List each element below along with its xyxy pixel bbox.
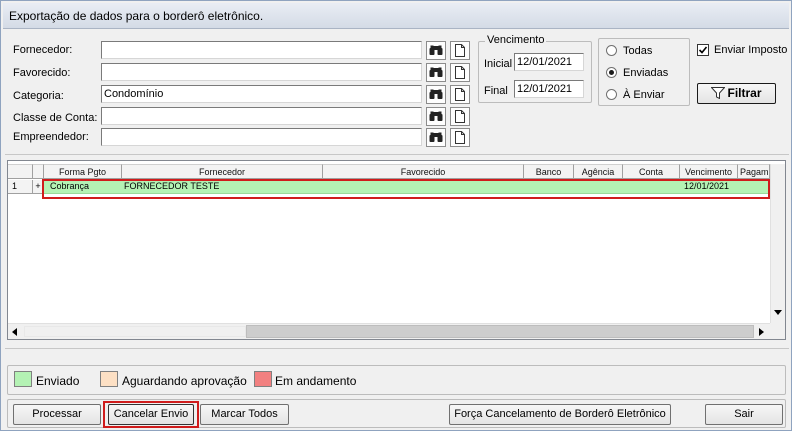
scroll-left-arrow-icon[interactable] bbox=[12, 328, 17, 336]
binoculars-icon bbox=[429, 111, 443, 121]
processar-label: Processar bbox=[32, 408, 82, 420]
export-window: Exportação de dados para o borderô eletr… bbox=[0, 0, 792, 431]
horizontal-scrollbar[interactable] bbox=[8, 323, 770, 339]
forca-cancelamento-label: Força Cancelamento de Borderô Eletrônico bbox=[454, 408, 666, 420]
empreendedor-search-button[interactable] bbox=[426, 128, 446, 147]
fornecedor-new-button[interactable] bbox=[450, 41, 470, 60]
column-header-agencia[interactable]: Agência bbox=[574, 164, 623, 179]
vencimento-caption: Vencimento bbox=[485, 34, 547, 46]
row-index: 1 bbox=[8, 180, 33, 194]
classe-conta-search-button[interactable] bbox=[426, 107, 446, 126]
grid-header: Forma Pgto Fornecedor Favorecido Banco A… bbox=[8, 164, 785, 179]
vertical-scrollbar[interactable] bbox=[770, 164, 785, 323]
grid-separator bbox=[5, 348, 789, 349]
favorecido-search-button[interactable] bbox=[426, 63, 446, 82]
processar-button[interactable]: Processar bbox=[13, 404, 101, 425]
classe-conta-label: Classe de Conta: bbox=[13, 112, 98, 124]
categoria-search-button[interactable] bbox=[426, 85, 446, 104]
fornecedor-search-button[interactable] bbox=[426, 41, 446, 60]
favorecido-new-button[interactable] bbox=[450, 63, 470, 82]
favorecido-label: Favorecido: bbox=[13, 67, 71, 79]
column-header-conta[interactable]: Conta bbox=[623, 164, 680, 179]
new-document-icon bbox=[455, 44, 465, 57]
radio-enviadas-label: Enviadas bbox=[623, 67, 669, 79]
highlight-cancel-frame bbox=[103, 401, 199, 428]
scroll-corner bbox=[770, 323, 785, 339]
sair-button[interactable]: Sair bbox=[705, 404, 783, 425]
categoria-label: Categoria: bbox=[13, 90, 64, 102]
marcar-todos-button[interactable]: Marcar Todos bbox=[200, 404, 289, 425]
forca-cancelamento-button[interactable]: Força Cancelamento de Borderô Eletrônico bbox=[449, 404, 671, 425]
binoculars-icon bbox=[429, 67, 443, 77]
checkmark-icon bbox=[698, 46, 708, 54]
radio-todas-label: Todas bbox=[623, 45, 653, 57]
filtrar-button[interactable]: Filtrar bbox=[697, 83, 776, 104]
legend-enviado-label: Enviado bbox=[36, 374, 80, 388]
column-header-favorecido[interactable]: Favorecido bbox=[323, 164, 524, 179]
fornecedor-field[interactable] bbox=[101, 41, 422, 59]
vencimento-inicial-label: Inicial bbox=[484, 58, 513, 70]
filter-separator bbox=[5, 154, 789, 155]
new-document-icon bbox=[455, 131, 465, 144]
window-title: Exportação de dados para o borderô eletr… bbox=[3, 3, 789, 29]
radio-enviadas[interactable] bbox=[606, 67, 617, 78]
new-document-icon bbox=[455, 66, 465, 79]
binoculars-icon bbox=[429, 132, 443, 142]
legend-aguardando-label: Aguardando aprovação bbox=[122, 374, 247, 388]
new-document-icon bbox=[455, 88, 465, 101]
empreendedor-new-button[interactable] bbox=[450, 128, 470, 147]
empreendedor-field[interactable] bbox=[101, 128, 422, 146]
radio-a-enviar[interactable] bbox=[606, 89, 617, 100]
radio-todas[interactable] bbox=[606, 45, 617, 56]
classe-conta-new-button[interactable] bbox=[450, 107, 470, 126]
header-corner bbox=[8, 164, 33, 179]
column-header-forma-pgto[interactable]: Forma Pgto bbox=[44, 164, 122, 179]
categoria-field[interactable]: Condomínio bbox=[101, 85, 422, 103]
scroll-track-left bbox=[24, 326, 246, 337]
fornecedor-label: Fornecedor: bbox=[13, 44, 73, 56]
enviar-imposto-label: Enviar Imposto bbox=[714, 44, 788, 56]
column-header-vencimento[interactable]: Vencimento bbox=[680, 164, 738, 179]
favorecido-field[interactable] bbox=[101, 63, 422, 81]
vencimento-final-field[interactable]: 12/01/2021 bbox=[514, 80, 584, 98]
sair-label: Sair bbox=[734, 408, 754, 420]
empreendedor-label: Empreendedor: bbox=[13, 131, 89, 143]
marcar-todos-label: Marcar Todos bbox=[211, 408, 278, 420]
categoria-new-button[interactable] bbox=[450, 85, 470, 104]
filtrar-label: Filtrar bbox=[727, 86, 762, 100]
binoculars-icon bbox=[429, 45, 443, 55]
scroll-down-arrow-icon[interactable] bbox=[774, 310, 782, 315]
header-expand bbox=[33, 164, 44, 179]
scroll-right-arrow-icon[interactable] bbox=[759, 328, 764, 336]
funnel-icon bbox=[710, 87, 727, 100]
vencimento-inicial-field[interactable]: 12/01/2021 bbox=[514, 53, 584, 71]
column-header-pagamento[interactable]: Pagam bbox=[738, 164, 770, 179]
enviar-imposto-checkbox[interactable] bbox=[697, 44, 709, 56]
legend-enviado-swatch bbox=[14, 371, 32, 387]
legend-andamento-label: Em andamento bbox=[275, 374, 357, 388]
binoculars-icon bbox=[429, 89, 443, 99]
vencimento-final-label: Final bbox=[484, 85, 508, 97]
scroll-thumb[interactable] bbox=[246, 325, 754, 338]
radio-a-enviar-label: À Enviar bbox=[623, 89, 665, 101]
legend-andamento-swatch bbox=[254, 371, 272, 387]
legend-aguardando-swatch bbox=[100, 371, 118, 387]
highlight-row-frame bbox=[42, 179, 770, 199]
classe-conta-field[interactable] bbox=[101, 107, 422, 125]
column-header-fornecedor[interactable]: Fornecedor bbox=[122, 164, 323, 179]
new-document-icon bbox=[455, 110, 465, 123]
column-header-banco[interactable]: Banco bbox=[524, 164, 574, 179]
